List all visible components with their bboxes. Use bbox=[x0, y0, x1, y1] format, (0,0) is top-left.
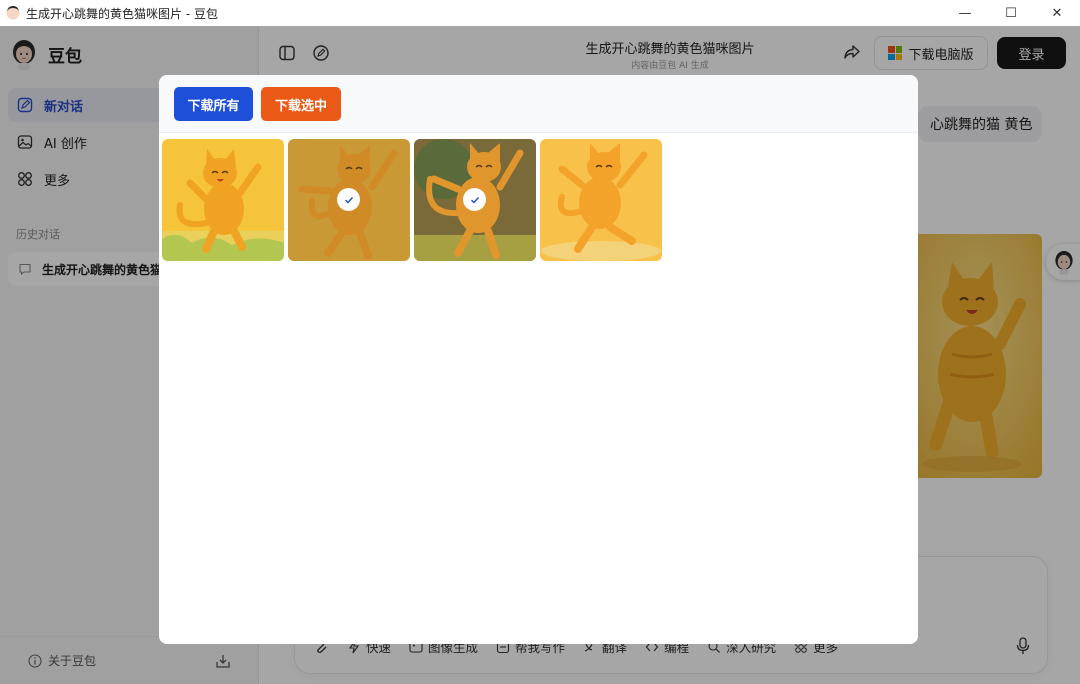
window-titlebar: 生成开心跳舞的黄色猫咪图片 - 豆包 — ☐ ✕ bbox=[0, 0, 1080, 26]
image-thumbnail-grid bbox=[162, 139, 662, 261]
dialog-header: 下载所有 下载选中 bbox=[159, 75, 918, 133]
image-thumbnail[interactable] bbox=[162, 139, 284, 261]
selected-check-icon bbox=[463, 188, 486, 211]
image-thumbnail[interactable] bbox=[540, 139, 662, 261]
selected-check-icon bbox=[337, 188, 360, 211]
close-button[interactable]: ✕ bbox=[1034, 0, 1080, 26]
doubao-app-icon bbox=[6, 6, 20, 20]
image-thumbnail[interactable] bbox=[414, 139, 536, 261]
minimize-button[interactable]: — bbox=[942, 0, 988, 26]
download-images-dialog: 下载所有 下载选中 bbox=[159, 75, 918, 644]
maximize-button[interactable]: ☐ bbox=[988, 0, 1034, 26]
image-thumbnail[interactable] bbox=[288, 139, 410, 261]
download-selected-button[interactable]: 下载选中 bbox=[261, 87, 341, 121]
window-title: 生成开心跳舞的黄色猫咪图片 - 豆包 bbox=[26, 6, 218, 21]
download-all-button[interactable]: 下载所有 bbox=[174, 87, 253, 121]
